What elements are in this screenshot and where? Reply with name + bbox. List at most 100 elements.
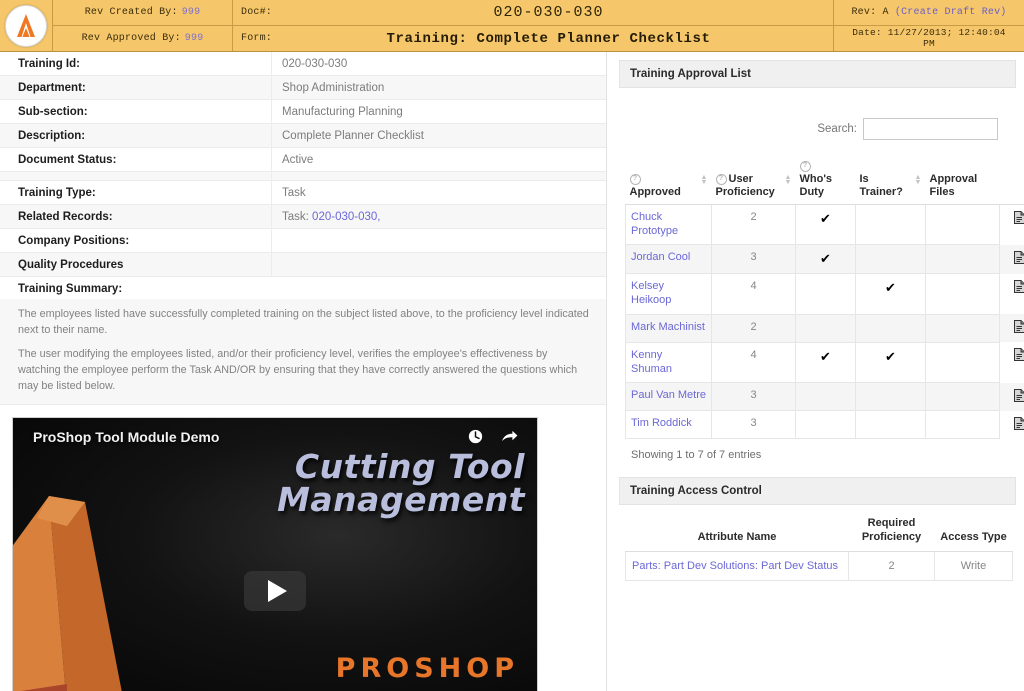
access-table-body: Parts: Part Dev Solutions: Part Dev Stat… <box>625 550 1013 582</box>
proshop-a-logo-icon <box>5 4 47 47</box>
label-description: Description: <box>0 123 272 148</box>
cell-access-type: Write <box>934 550 1013 582</box>
file-icon[interactable] <box>1014 348 1024 364</box>
training-summary-label: Training Summary: <box>18 283 123 295</box>
file-icon[interactable] <box>1014 320 1024 336</box>
date-line-2: PM <box>923 37 935 49</box>
form-row-related-records: Related Records: Task: 020-030-030, <box>0 204 606 229</box>
cell-approval-files <box>925 313 1000 343</box>
play-icon[interactable] <box>244 571 306 612</box>
cell-user-proficiency: 2 <box>711 203 796 246</box>
rev-label: Rev: A <box>851 7 889 18</box>
label-sub-section: Sub-section: <box>0 99 272 124</box>
cell-approved-name[interactable]: Paul Van Metre <box>625 382 712 412</box>
column-header-whos-duty[interactable]: ? Who's Duty <box>795 158 856 205</box>
table-row[interactable]: Kelsey Heikoop 4 ✔ <box>625 273 1024 315</box>
cell-approved-name[interactable]: Jordan Cool <box>625 244 712 275</box>
spacer-right <box>271 171 606 181</box>
cell-whos-duty: ✔ <box>795 341 856 384</box>
table-row[interactable]: Jordan Cool 3 ✔ <box>625 244 1024 275</box>
form-row-training-id: Training Id: 020-030-030 <box>0 52 606 76</box>
column-header-is-trainer[interactable]: Is Trainer? ▲ ▼ <box>855 158 926 205</box>
label-company-positions: Company Positions: <box>0 228 272 253</box>
sort-icon[interactable]: ▲ ▼ <box>915 173 922 186</box>
document-header: Rev Created By: 999 Rev Approved By: 999… <box>0 0 1024 52</box>
search-row: Search: <box>625 92 1010 144</box>
logo-cell <box>0 0 53 51</box>
cell-file-action[interactable] <box>1000 274 1024 315</box>
training-access-control-body: Attribute Name Required Proficiency Acce… <box>619 505 1016 583</box>
date-label: Date: <box>852 26 882 38</box>
cell-approved-name[interactable]: Tim Roddick <box>625 410 712 440</box>
column-header-approval-files[interactable]: Approval Files <box>925 158 1000 205</box>
related-record-link[interactable]: 020-030-030, <box>312 211 380 223</box>
file-icon[interactable] <box>1014 416 1024 433</box>
right-panels-pane: Training Approval List Search: ? Approve… <box>607 52 1024 691</box>
cell-whos-duty <box>795 313 856 343</box>
cell-file-action[interactable] <box>1000 411 1024 439</box>
cell-file-action[interactable] <box>999 244 1024 274</box>
table-row[interactable]: Kenny Shuman 4 ✔ ✔ <box>625 341 1024 384</box>
sort-icon[interactable]: ▲ ▼ <box>785 173 792 186</box>
access-table-header-row: Attribute Name Required Proficiency Acce… <box>625 511 1013 552</box>
column-header-approval-files-label: Approval Files <box>929 172 978 198</box>
cell-is-trainer: ✔ <box>855 273 926 315</box>
form-row-spacer <box>0 171 606 181</box>
value-document-status: Active <box>271 147 606 172</box>
page-title: Training: Complete Planner Checklist <box>386 30 711 47</box>
table-row[interactable]: Chuck Prototype 2 ✔ <box>625 203 1024 246</box>
cell-attribute-name[interactable]: Parts: Part Dev Solutions: Part Dev Stat… <box>625 550 849 582</box>
video-headline-line-2: Management <box>277 479 525 519</box>
info-icon[interactable]: ? <box>629 173 641 185</box>
spacer-left <box>0 171 272 181</box>
table-row[interactable]: Tim Roddick 3 <box>625 410 1024 440</box>
left-detail-pane: Training Id: 020-030-030 Department: Sho… <box>0 52 607 691</box>
file-icon[interactable] <box>1014 250 1024 267</box>
table-row[interactable]: Paul Van Metre 3 <box>625 382 1024 412</box>
cell-approved-name[interactable]: Mark Machinist <box>625 313 712 343</box>
training-access-control-title: Training Access Control <box>619 477 1016 506</box>
column-header-user-proficiency[interactable]: ? User Proficiency ▲ ▼ <box>711 158 796 205</box>
cell-approved-name[interactable]: Kelsey Heikoop <box>625 273 712 315</box>
column-header-approved[interactable]: ? Approved ▲ ▼ <box>625 158 712 205</box>
value-related-records: Task: 020-030-030, <box>271 204 606 229</box>
training-approval-list-body: Search: ? Approved ▲ ▼ ? User Proficienc… <box>619 88 1024 463</box>
rev-approved-label: Rev Approved By: <box>81 33 181 44</box>
rev-approved-row: Rev Approved By: 999 <box>53 26 232 51</box>
training-access-control-panel: Training Access Control Attribute Name R… <box>619 477 1016 583</box>
label-training-id: Training Id: <box>0 52 272 76</box>
sort-icon[interactable]: ▲ ▼ <box>701 173 708 186</box>
cell-is-trainer <box>855 203 926 246</box>
cell-file-action[interactable] <box>999 382 1024 411</box>
info-icon[interactable]: ? <box>715 173 727 185</box>
file-icon[interactable] <box>1014 210 1024 227</box>
table-row[interactable]: Mark Machinist 2 <box>625 313 1024 343</box>
share-icon[interactable] <box>500 428 519 445</box>
doc-number: 020-030-030 <box>493 4 604 21</box>
search-input[interactable] <box>863 118 998 140</box>
rev-created-label: Rev Created By: <box>84 7 178 18</box>
video-player[interactable]: ProShop Tool Module Demo Cutting Tool Ma… <box>12 417 538 691</box>
training-access-control-table: Attribute Name Required Proficiency Acce… <box>625 511 1013 582</box>
cell-file-action[interactable] <box>999 314 1024 343</box>
cell-approved-name[interactable]: Kenny Shuman <box>625 341 712 384</box>
create-draft-rev-link[interactable]: (Create Draft Rev) <box>895 7 1007 18</box>
video-overlay-icons <box>467 428 519 445</box>
column-header-file-action[interactable]: ▲▼ <box>999 158 1024 205</box>
file-icon[interactable] <box>1014 279 1024 296</box>
value-sub-section: Manufacturing Planning <box>271 99 606 124</box>
cell-approved-name[interactable]: Chuck Prototype <box>625 203 712 246</box>
proshop-brand-wordmark: PROSHOP <box>335 653 519 685</box>
table-row[interactable]: Parts: Part Dev Solutions: Part Dev Stat… <box>625 550 1013 582</box>
form-row-description: Description: Complete Planner Checklist <box>0 123 606 148</box>
cell-file-action[interactable] <box>1000 204 1024 245</box>
cell-file-action[interactable] <box>1000 342 1024 383</box>
file-icon[interactable] <box>1014 388 1024 405</box>
clock-icon[interactable] <box>467 428 484 445</box>
training-approval-table: ? Approved ▲ ▼ ? User Proficiency ▲ ▼ ? … <box>625 158 1024 440</box>
value-company-positions <box>271 228 606 253</box>
cell-approval-files <box>925 273 1000 315</box>
info-icon[interactable]: ? <box>799 161 811 172</box>
training-approval-list-panel: Training Approval List Search: ? Approve… <box>619 60 1024 463</box>
rev-info-column: Rev Created By: 999 Rev Approved By: 999 <box>53 0 233 51</box>
